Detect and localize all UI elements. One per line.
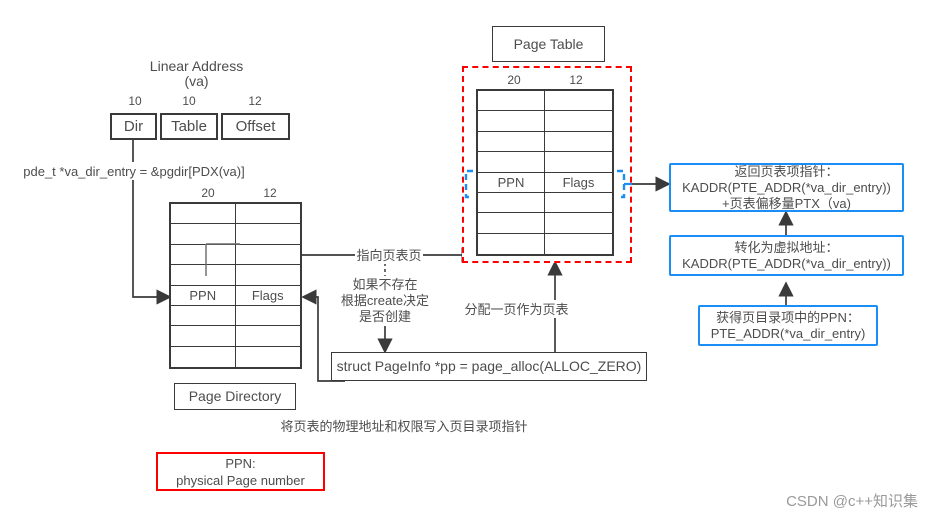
page-table-caption: Page Table	[492, 26, 605, 62]
pt-col-bits-20: 20	[494, 73, 534, 87]
table-cell	[171, 326, 236, 347]
table-cell: PPN	[171, 285, 236, 306]
addr-field-table: Table	[160, 113, 218, 140]
pd-col-bits-20: 20	[188, 186, 228, 200]
table-cell	[171, 265, 236, 286]
note-get-ppn-from-pde: 获得页目录项中的PPN： PTE_ADDR(*va_dir_entry)	[698, 305, 878, 346]
table-cell	[478, 131, 545, 153]
addr-field-offset: Offset	[221, 113, 290, 140]
table-cell	[171, 346, 236, 367]
table-cell	[478, 91, 545, 112]
note-to-virtual-address: 转化为虚拟地址： KADDR(PTE_ADDR(*va_dir_entry))	[669, 235, 904, 276]
table-cell	[545, 132, 612, 153]
addr-bits-dir: 10	[118, 94, 152, 108]
table-cell	[171, 305, 236, 327]
label-create-decision: 如果不存在 根据create决定 是否创建	[336, 276, 434, 326]
pd-col-bits-12: 12	[250, 186, 290, 200]
table-cell	[171, 244, 236, 266]
page-directory-caption: Page Directory	[174, 383, 296, 410]
table-cell	[545, 234, 612, 254]
pt-col-bits-12: 12	[556, 73, 596, 87]
page-table-table: PPN Flags	[476, 89, 614, 256]
table-cell	[478, 192, 545, 214]
code-pde-line: pde_t *va_dir_entry = &pgdir[PDX(va)]	[12, 162, 256, 180]
table-cell	[478, 233, 545, 254]
table-cell	[478, 213, 545, 234]
note-return-pte-pointer: 返回页表项指针： KADDR(PTE_ADDR(*va_dir_entry)) …	[669, 163, 904, 212]
addr-field-dir: Dir	[110, 113, 157, 140]
label-write-back-pde: 将页表的物理地址和权限写入页目录项指针	[278, 417, 530, 435]
table-cell: Flags	[545, 173, 612, 193]
legend-ppn: PPN: physical Page number	[156, 452, 325, 491]
label-alloc-one-page: 分配一页作为页表	[463, 300, 570, 318]
table-cell	[235, 265, 300, 286]
diagram-canvas: Linear Address (va) 10 10 12 Dir Table O…	[0, 0, 928, 519]
code-page-alloc-box: struct PageInfo *pp = page_alloc(ALLOC_Z…	[331, 352, 647, 381]
table-cell	[545, 91, 612, 112]
table-cell	[545, 111, 612, 132]
addr-bits-table: 10	[172, 94, 206, 108]
label-points-to-page-table-page: 指向页表页	[355, 246, 423, 264]
table-cell	[545, 213, 612, 234]
table-cell	[235, 306, 300, 327]
addr-bits-offset: 12	[238, 94, 272, 108]
table-cell	[235, 326, 300, 347]
table-cell	[545, 193, 612, 214]
table-cell	[235, 204, 300, 225]
table-cell: Flags	[235, 286, 300, 306]
table-cell	[236, 347, 301, 367]
linear-address-title: Linear Address (va)	[138, 58, 255, 90]
table-cell	[171, 224, 236, 245]
watermark: CSDN @c++知识集	[786, 493, 918, 510]
table-cell	[545, 152, 612, 173]
table-cell	[235, 245, 300, 266]
table-cell: PPN	[478, 172, 545, 193]
page-directory-table: PPN Flags	[169, 202, 302, 369]
table-cell	[478, 111, 545, 132]
table-cell	[478, 152, 545, 173]
table-cell	[171, 204, 236, 225]
table-cell	[235, 224, 300, 245]
